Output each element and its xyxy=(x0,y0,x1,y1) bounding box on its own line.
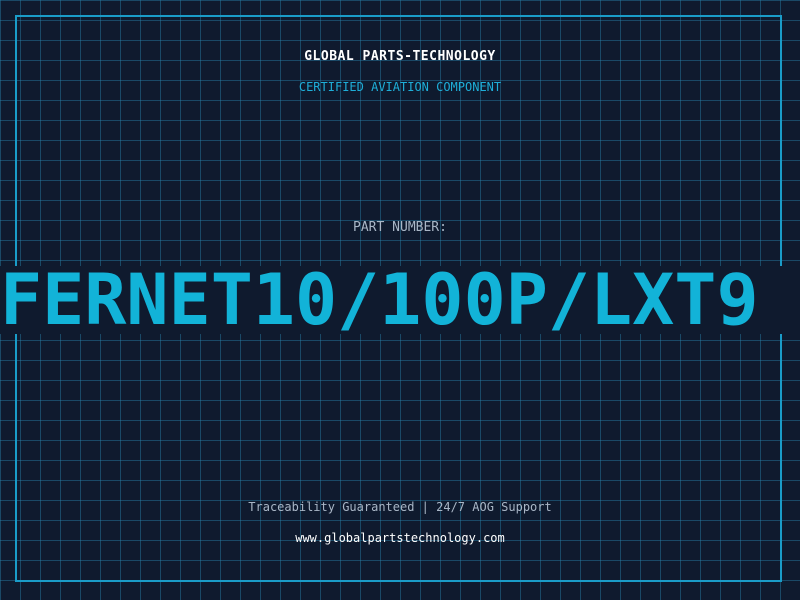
part-number-value: FERNET10/100P/LXT9 xyxy=(0,266,759,334)
company-name: GLOBAL PARTS-TECHNOLOGY xyxy=(304,49,496,64)
website-link[interactable]: www.globalpartstechnology.com xyxy=(0,531,800,545)
certificate-card: GLOBAL PARTS-TECHNOLOGY CERTIFIED AVIATI… xyxy=(0,0,800,600)
support-tagline: Traceability Guaranteed | 24/7 AOG Suppo… xyxy=(248,500,552,514)
certification-subtitle: CERTIFIED AVIATION COMPONENT xyxy=(298,80,502,94)
part-number-label: PART NUMBER: xyxy=(353,220,447,235)
part-number-band: FERNET10/100P/LXT9 xyxy=(0,266,800,334)
